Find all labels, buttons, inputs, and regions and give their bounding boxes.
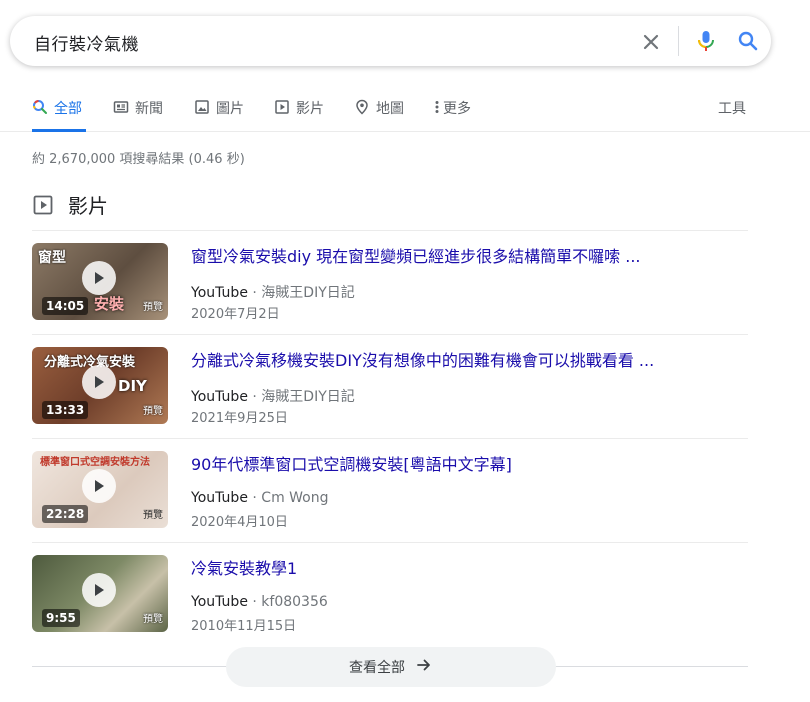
tab-more[interactable]: 更多 [433, 98, 471, 132]
map-pin-icon [354, 99, 370, 115]
search-tabs: 全部 新聞 圖片 影片 地圖 更多 工具 [0, 84, 810, 132]
arrow-right-icon [415, 656, 433, 678]
play-icon [82, 573, 116, 607]
video-thumbnail[interactable]: 窗型 安裝 14:05 預覽 [32, 243, 168, 320]
source-name: YouTube [191, 285, 248, 301]
search-icon [32, 99, 48, 115]
result-date: 2010年11月15日 [191, 619, 297, 634]
video-icon [274, 99, 290, 115]
video-duration: 14:05 [42, 297, 89, 315]
tab-news[interactable]: 新聞 [113, 98, 163, 132]
image-icon [194, 99, 210, 115]
tab-all[interactable]: 全部 [32, 98, 86, 132]
video-results: 窗型 安裝 14:05 預覽 窗型冷氣安裝diy 現在窗型變頻已經進步很多結構簡… [32, 230, 748, 646]
channel-name: 海賊王DIY日記 [261, 285, 355, 301]
search-input[interactable]: 自行裝冷氣機 [34, 30, 139, 55]
thumbnail-caption: DIY [118, 377, 147, 395]
thumbnail-caption: 安裝 [94, 295, 125, 313]
video-result: 窗型 安裝 14:05 預覽 窗型冷氣安裝diy 現在窗型變頻已經進步很多結構簡… [32, 230, 748, 334]
video-result: 分離式冷氣安裝 DIY 13:33 預覽 分離式冷氣移機安裝DIY沒有想像中的困… [32, 334, 748, 438]
result-stats: 約 2,670,000 項搜尋結果 (0.46 秒) [32, 152, 245, 167]
tab-label: 地圖 [376, 101, 404, 117]
result-date: 2020年7月2日 [191, 307, 280, 322]
videos-heading: 影片 [68, 194, 108, 218]
tab-maps[interactable]: 地圖 [354, 98, 404, 132]
preview-label: 預覽 [143, 406, 163, 417]
tab-label: 更多 [443, 101, 471, 117]
result-title-link[interactable]: 90年代標準窗口式空調機安裝[粵語中文字幕] [191, 451, 721, 475]
tab-images[interactable]: 圖片 [194, 98, 244, 132]
tab-label: 圖片 [216, 101, 244, 117]
videos-section-header: 影片 [32, 190, 108, 219]
tab-videos[interactable]: 影片 [274, 98, 324, 132]
tab-label: 新聞 [135, 101, 163, 117]
source-name: YouTube [191, 490, 248, 506]
result-source: YouTube · 海賊王DIY日記 [191, 389, 355, 405]
play-icon [82, 261, 116, 295]
video-result: 9:55 預覽 冷氣安裝教學1 YouTube · kf080356 2010年… [32, 542, 748, 646]
news-icon [113, 99, 129, 115]
preview-label: 預覽 [143, 302, 163, 313]
tools-button[interactable]: 工具 [718, 98, 746, 118]
play-icon [82, 365, 116, 399]
thumbnail-caption: 窗型 [38, 250, 66, 266]
video-duration: 22:28 [42, 505, 89, 523]
clear-icon[interactable] [638, 29, 664, 55]
video-duration: 13:33 [42, 401, 89, 419]
video-result: 標準窗口式空調安裝方法 22:28 預覽 90年代標準窗口式空調機安裝[粵語中文… [32, 438, 748, 542]
result-title-link[interactable]: 窗型冷氣安裝diy 現在窗型變頻已經進步很多結構簡單不囉嗦 ... [191, 243, 721, 267]
channel-name: kf080356 [261, 594, 328, 610]
video-thumbnail[interactable]: 9:55 預覽 [32, 555, 168, 632]
more-vert-icon [433, 99, 441, 115]
result-title-link[interactable]: 冷氣安裝教學1 [191, 555, 721, 579]
result-title-link[interactable]: 分離式冷氣移機安裝DIY沒有想像中的困難有機會可以挑戰看看 ... [191, 347, 721, 371]
source-name: YouTube [191, 594, 248, 610]
see-all-label: 查看全部 [349, 660, 405, 676]
search-divider [678, 26, 679, 56]
tab-label: 影片 [296, 101, 324, 117]
source-name: YouTube [191, 389, 248, 405]
play-icon [82, 469, 116, 503]
result-source: YouTube · kf080356 [191, 594, 328, 610]
video-icon [32, 194, 54, 216]
channel-name: 海賊王DIY日記 [261, 389, 355, 405]
preview-label: 預覽 [143, 614, 163, 625]
result-date: 2020年4月10日 [191, 515, 288, 530]
result-date: 2021年9月25日 [191, 411, 288, 426]
video-duration: 9:55 [42, 609, 80, 627]
result-source: YouTube · Cm Wong [191, 490, 329, 506]
result-source: YouTube · 海賊王DIY日記 [191, 285, 355, 301]
channel-name: Cm Wong [261, 490, 329, 506]
video-thumbnail[interactable]: 分離式冷氣安裝 DIY 13:33 預覽 [32, 347, 168, 424]
video-thumbnail[interactable]: 標準窗口式空調安裝方法 22:28 預覽 [32, 451, 168, 528]
tab-label: 全部 [54, 101, 82, 117]
microphone-icon[interactable] [692, 27, 720, 55]
see-all-button[interactable]: 查看全部 [226, 647, 556, 687]
search-bar[interactable]: 自行裝冷氣機 [10, 16, 771, 66]
thumbnail-caption: 標準窗口式空調安裝方法 [40, 457, 150, 468]
preview-label: 預覽 [143, 510, 163, 521]
search-icon[interactable] [734, 27, 762, 55]
